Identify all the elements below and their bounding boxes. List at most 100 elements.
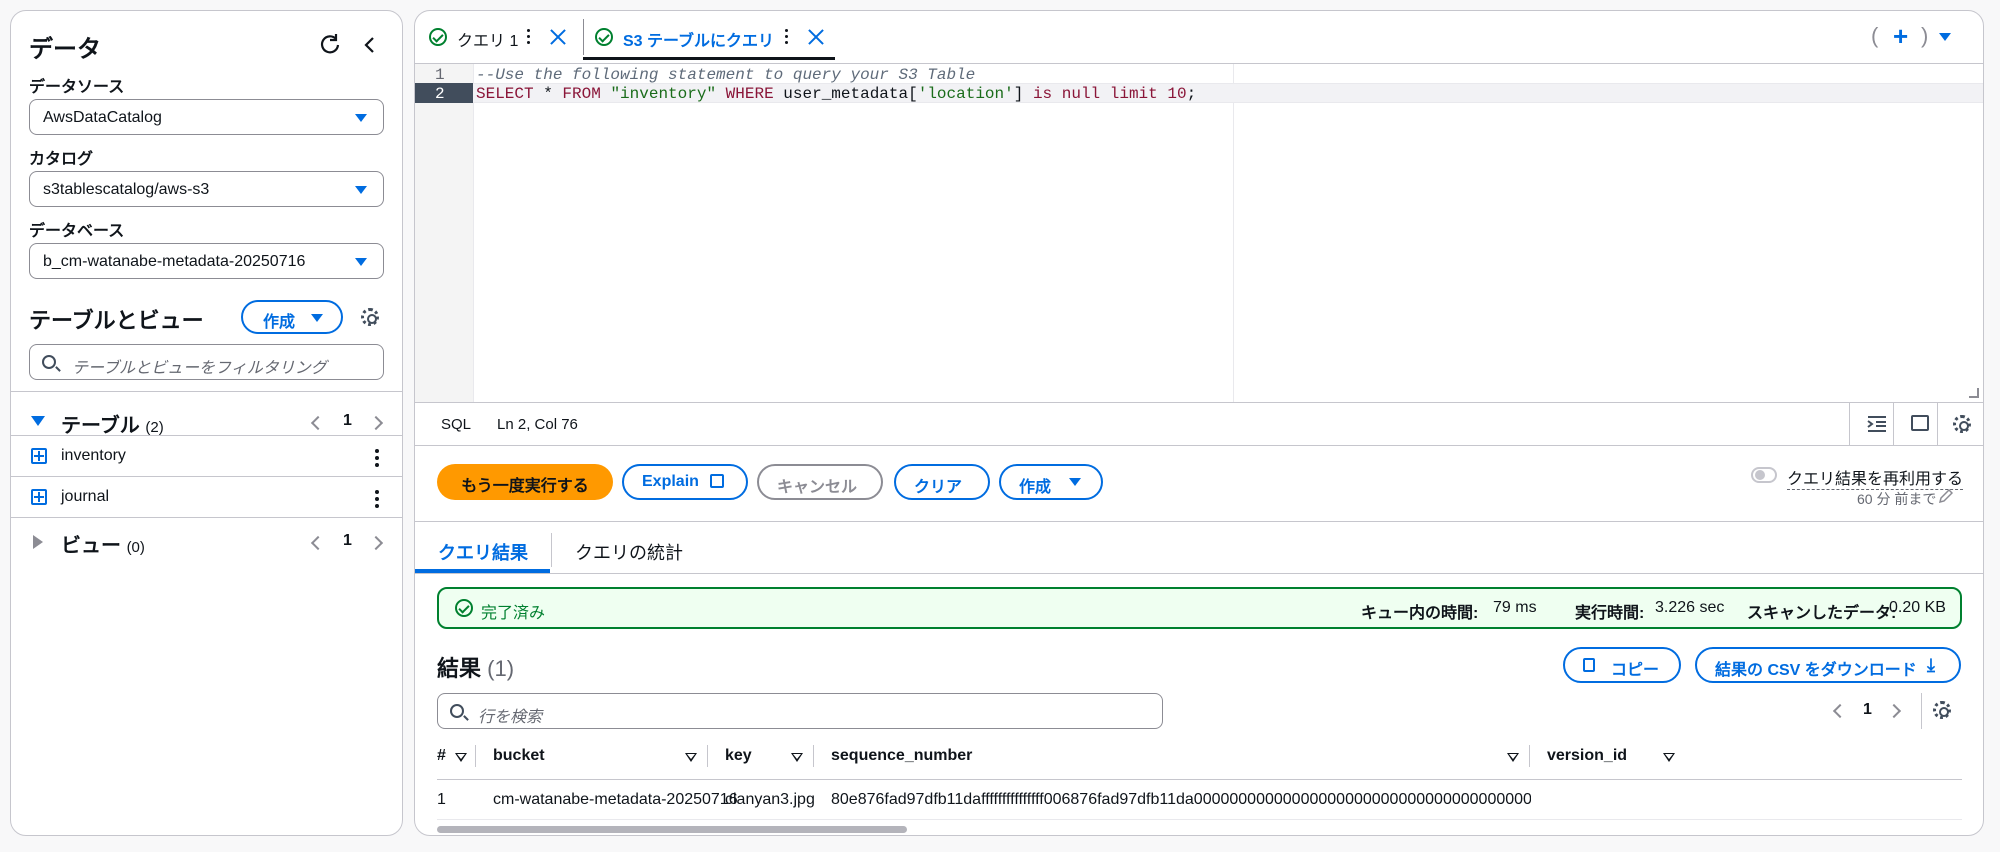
- row-search-placeholder: 行を検索: [478, 709, 543, 726]
- success-check-icon: [595, 28, 613, 46]
- close-tab-icon[interactable]: [549, 28, 567, 46]
- tab-query-stats[interactable]: クエリの統計: [575, 539, 683, 565]
- table-filter-input[interactable]: テーブルとビューをフィルタリング: [29, 344, 384, 380]
- query-status-banner: 完了済み キュー内の時間: 79 ms 実行時間: 3.226 sec スキャン…: [437, 587, 1962, 629]
- reuse-results-toggle[interactable]: [1751, 467, 1777, 483]
- create-table-button[interactable]: 作成: [241, 300, 343, 334]
- sort-icon[interactable]: [791, 753, 803, 762]
- sql-text: *: [533, 85, 563, 103]
- column-header-index[interactable]: #: [437, 747, 446, 765]
- expand-table-inventory-icon[interactable]: [31, 448, 47, 464]
- close-tab-icon[interactable]: [807, 28, 825, 46]
- chevron-right-icon[interactable]: [368, 535, 384, 551]
- filter-placeholder: テーブルとビューをフィルタリング: [72, 360, 327, 377]
- column-resizer[interactable]: [475, 745, 476, 767]
- queue-time-label: キュー内の時間:: [1361, 605, 1479, 622]
- resize-handle-icon[interactable]: [1969, 388, 1979, 398]
- line-gutter: [415, 64, 473, 402]
- divider: [1849, 403, 1850, 445]
- views-count: (0): [126, 539, 145, 556]
- tables-page-number[interactable]: 1: [343, 412, 352, 430]
- chevron-left-icon[interactable]: [310, 535, 326, 551]
- chevron-left-icon[interactable]: [1832, 703, 1848, 719]
- tab-scroll-left-icon[interactable]: (: [1871, 23, 1878, 49]
- results-page-number[interactable]: 1: [1863, 701, 1872, 719]
- caret-down-icon: [355, 258, 367, 266]
- column-resizer[interactable]: [1529, 745, 1530, 767]
- divider: [11, 435, 402, 436]
- database-label: データベース: [29, 223, 125, 240]
- run-time-value: 3.226 sec: [1655, 599, 1725, 616]
- add-tab-icon[interactable]: +: [1893, 21, 1908, 52]
- database-select[interactable]: b_cm-watanabe-metadata-20250716: [29, 243, 384, 279]
- collapse-sidebar-icon[interactable]: [363, 37, 377, 53]
- column-header-sequence-number[interactable]: sequence_number: [831, 747, 972, 765]
- sort-icon[interactable]: [685, 753, 697, 762]
- sort-icon[interactable]: [1663, 753, 1675, 762]
- sql-keyword: WHERE: [725, 85, 774, 103]
- column-header-bucket[interactable]: bucket: [493, 747, 545, 765]
- clear-button[interactable]: クリア: [894, 464, 990, 500]
- chevron-right-icon[interactable]: [368, 415, 384, 431]
- editor-settings-icon[interactable]: [1953, 415, 1971, 433]
- sql-keyword: FROM: [562, 85, 601, 103]
- sort-icon[interactable]: [1507, 753, 1519, 762]
- run-again-button[interactable]: もう一度実行する: [437, 464, 613, 500]
- table-item-journal[interactable]: journal: [61, 488, 109, 506]
- explain-button[interactable]: Explain: [622, 464, 748, 500]
- more-actions-icon[interactable]: [375, 449, 379, 470]
- create-button[interactable]: 作成: [999, 464, 1103, 500]
- reuse-results-age: 60 分 前まで: [1857, 491, 1937, 507]
- table-preferences-icon[interactable]: [1933, 701, 1951, 719]
- tab-s3-table-query[interactable]: S3 テーブルにクエリ: [623, 27, 774, 51]
- sort-icon[interactable]: [455, 753, 467, 762]
- horizontal-scrollbar[interactable]: [437, 826, 907, 833]
- datasource-select[interactable]: AwsDataCatalog: [29, 99, 384, 135]
- database-value: b_cm-watanabe-metadata-20250716: [43, 253, 306, 270]
- more-actions-icon[interactable]: [375, 490, 379, 511]
- sql-editor[interactable]: 1 2 --Use the following statement to que…: [415, 64, 1983, 402]
- tab-menu-icon[interactable]: [527, 29, 530, 47]
- download-csv-label: 結果の CSV をダウンロード: [1715, 662, 1917, 679]
- divider: [415, 573, 1983, 574]
- row-search-input[interactable]: 行を検索: [437, 693, 1163, 729]
- header-divider: [437, 779, 1962, 780]
- column-resizer[interactable]: [707, 745, 708, 767]
- reuse-results-label: クエリ結果を再利用する: [1787, 465, 1964, 490]
- tab-query-results[interactable]: クエリ結果: [438, 539, 528, 565]
- copy-button[interactable]: コピー: [1563, 647, 1681, 683]
- download-csv-button[interactable]: 結果の CSV をダウンロード ⤓: [1695, 647, 1961, 683]
- keyboard-shortcuts-icon[interactable]: [1911, 415, 1929, 431]
- gutter-border: [473, 64, 474, 402]
- tab-query-1[interactable]: クエリ 1: [457, 27, 518, 51]
- chevron-right-icon[interactable]: [1886, 703, 1902, 719]
- language-indicator: SQL: [441, 416, 472, 433]
- edit-pencil-icon[interactable]: [1938, 488, 1954, 504]
- expand-tables-icon[interactable]: [31, 416, 45, 426]
- tab-scroll-right-icon[interactable]: ): [1921, 23, 1928, 49]
- expand-views-icon[interactable]: [33, 535, 43, 549]
- column-resizer[interactable]: [813, 745, 814, 767]
- format-query-icon[interactable]: [1867, 416, 1887, 432]
- settings-gear-icon[interactable]: [361, 308, 379, 326]
- catalog-label: カタログ: [29, 151, 94, 168]
- success-check-icon: [429, 28, 447, 46]
- print-margin: [1233, 64, 1234, 402]
- chevron-left-icon[interactable]: [310, 415, 326, 431]
- expand-table-journal-icon[interactable]: [31, 489, 47, 505]
- tabs-dropdown-icon[interactable]: [1939, 33, 1951, 41]
- column-header-version-id[interactable]: version_id: [1547, 747, 1627, 765]
- divider: [1937, 403, 1938, 445]
- sql-keyword: SELECT: [476, 85, 534, 103]
- tab-menu-icon[interactable]: [785, 29, 788, 47]
- sql-text: ;: [1186, 85, 1197, 103]
- table-item-inventory[interactable]: inventory: [61, 447, 126, 465]
- external-link-icon: [710, 474, 724, 488]
- success-check-icon: [455, 599, 473, 617]
- catalog-select[interactable]: s3tablescatalog/aws-s3: [29, 171, 384, 207]
- column-header-key[interactable]: key: [725, 747, 752, 765]
- refresh-icon[interactable]: [319, 33, 341, 55]
- views-page-number[interactable]: 1: [343, 532, 352, 550]
- caret-down-icon: [355, 114, 367, 122]
